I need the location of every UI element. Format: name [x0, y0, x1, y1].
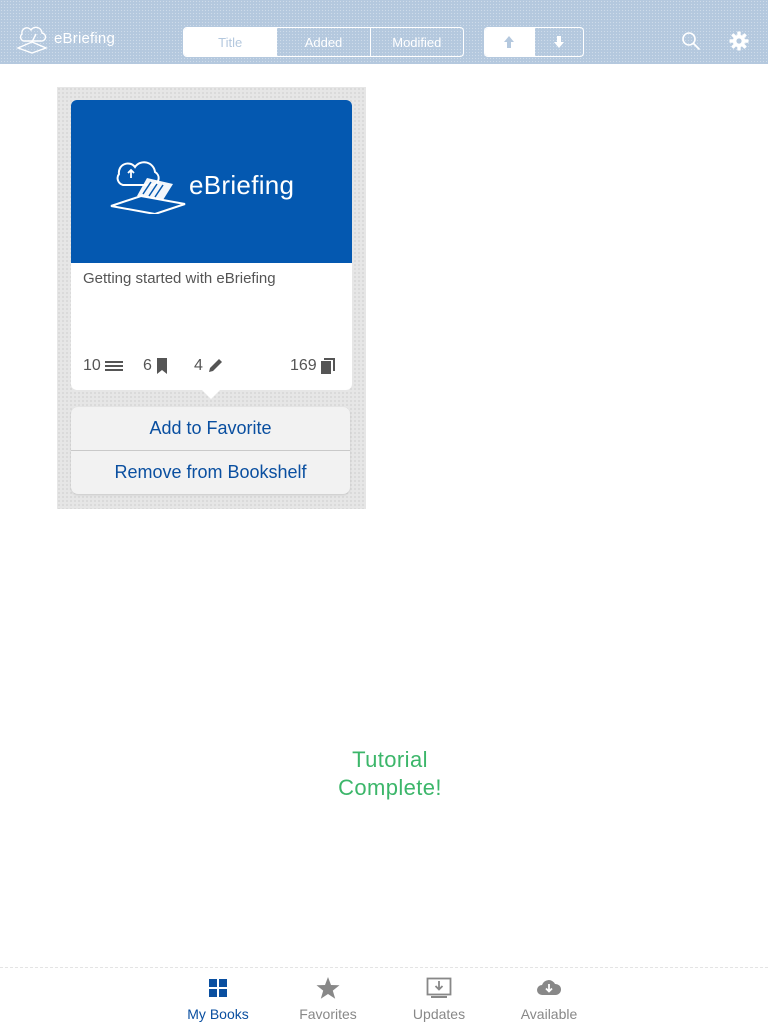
remove-from-bookshelf-button[interactable]: Remove from Bookshelf: [71, 450, 350, 493]
sort-tab-title[interactable]: Title: [184, 28, 277, 56]
pages-icon: [320, 358, 335, 374]
updates-icon: [426, 977, 452, 998]
pages-count: 169: [290, 357, 317, 374]
notes-count: 4: [194, 357, 203, 374]
bookmark-icon: [156, 358, 167, 374]
notes-stat: 4: [194, 356, 223, 376]
search-icon: [682, 32, 700, 50]
grid-icon: [209, 979, 227, 997]
book-panel: eBriefing Getting started with eBriefing…: [57, 87, 366, 509]
bookmarks-count: 6: [143, 357, 152, 374]
popover-pointer: [201, 389, 221, 399]
sort-tab-added[interactable]: Added: [276, 28, 369, 56]
sort-segmented-control: Title Added Modified: [183, 27, 464, 57]
bookmarks-stat: 6: [143, 356, 168, 376]
list-icon: [104, 361, 123, 371]
order-segmented-control: [484, 27, 584, 57]
tutorial-complete-message: Tutorial Complete!: [250, 746, 530, 802]
ebriefing-cover-logo-icon: [110, 161, 186, 214]
gear-icon: [729, 31, 749, 51]
chapters-stat: 10: [83, 356, 123, 376]
brand-name: eBriefing: [54, 29, 116, 47]
top-bar: eBriefing Title Added Modified: [0, 0, 768, 64]
ebriefing-logo-icon: [16, 26, 48, 54]
cloud-download-icon: [537, 980, 562, 995]
tab-label-available: Available: [520, 1006, 578, 1022]
pencil-icon: [208, 359, 222, 372]
book-action-menu: Add to Favorite Remove from Bookshelf: [71, 407, 350, 494]
brand: eBriefing: [12, 22, 115, 54]
bottom-tab-bar: My Books Favorites Updates Available: [0, 967, 768, 1024]
book-card[interactable]: eBriefing Getting started with eBriefing…: [71, 100, 352, 399]
pages-stat: 169: [290, 356, 335, 376]
tab-my-books[interactable]: My Books: [173, 976, 263, 1022]
star-icon: [316, 977, 340, 999]
tutorial-line-1: Tutorial: [352, 747, 428, 772]
tab-label-updates: Updates: [412, 1006, 466, 1022]
settings-button[interactable]: [728, 30, 750, 52]
arrow-up-icon: [504, 36, 515, 48]
tab-updates[interactable]: Updates: [394, 976, 484, 1022]
search-button[interactable]: [680, 30, 702, 52]
tab-label-my-books: My Books: [187, 1006, 249, 1022]
tab-label-favorites: Favorites: [299, 1006, 357, 1022]
chapters-count: 10: [83, 357, 101, 374]
cover-title: eBriefing: [189, 170, 295, 200]
arrow-down-icon: [553, 36, 564, 48]
tab-favorites[interactable]: Favorites: [283, 976, 373, 1022]
book-cover: eBriefing: [71, 100, 352, 263]
book-title: Getting started with eBriefing: [83, 270, 276, 287]
add-to-favorite-button[interactable]: Add to Favorite: [71, 407, 350, 450]
sort-descending-button[interactable]: [533, 28, 584, 56]
book-stats: 10 6 4 169: [83, 356, 341, 376]
tab-available[interactable]: Available: [504, 976, 594, 1022]
sort-ascending-button[interactable]: [485, 28, 534, 56]
tutorial-line-2: Complete!: [338, 775, 442, 800]
sort-tab-modified[interactable]: Modified: [369, 28, 463, 56]
